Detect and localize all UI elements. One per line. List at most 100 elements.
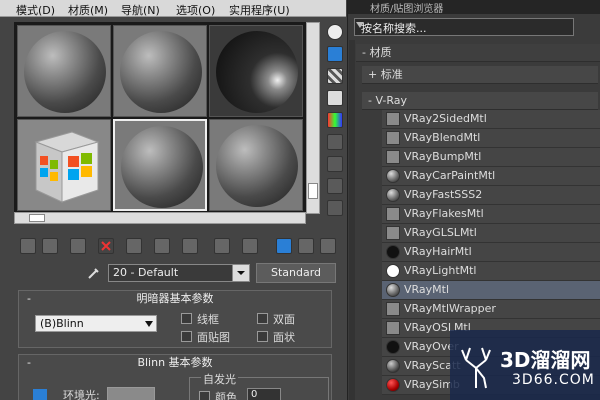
material-list-item-label: VRayMtl <box>404 283 450 296</box>
material-type-icon <box>386 378 400 392</box>
watermark-subtext: 3D66.COM <box>512 372 595 388</box>
faceted-checkbox[interactable] <box>257 331 268 342</box>
material-type-icon <box>386 188 400 202</box>
sample-uv-icon[interactable] <box>327 90 343 106</box>
reset-material-icon[interactable] <box>98 238 114 254</box>
material-type-icon <box>386 359 400 373</box>
deer-icon <box>461 347 491 389</box>
put-to-scene-icon[interactable] <box>42 238 58 254</box>
color-label: 颜色 <box>215 391 237 400</box>
material-list-item-label: VRayLightMtl <box>404 264 477 277</box>
select-by-material-icon[interactable] <box>327 178 343 194</box>
ambient-label: 环境光: <box>63 389 100 400</box>
watermark-text: 3D溜溜网 <box>500 348 591 372</box>
rollout-header[interactable]: - Blinn 基本参数 <box>19 355 331 371</box>
material-slot-selected[interactable] <box>113 119 207 211</box>
material-list-item-label: VRayMtlWrapper <box>404 302 496 315</box>
material-list-item-selected[interactable]: VRayMtl <box>382 281 600 300</box>
sample-type-icon[interactable] <box>327 24 343 40</box>
material-slot[interactable] <box>209 119 303 211</box>
slots-horizontal-scrollbar[interactable] <box>14 212 306 224</box>
material-list-item[interactable]: VRayLightMtl <box>382 262 600 281</box>
sphere-preview <box>24 31 106 113</box>
material-list-item[interactable]: VRayHairMtl <box>382 243 600 262</box>
shader-select[interactable]: (B)Blinn <box>35 315 157 332</box>
material-list-item[interactable]: VRayBumpMtl <box>382 148 600 167</box>
rollout-title: Blinn 基本参数 <box>137 356 213 369</box>
material-list-item[interactable]: VRayCarPaintMtl <box>382 167 600 186</box>
slots-vertical-scrollbar[interactable] <box>306 22 320 214</box>
menu-navigation[interactable]: 导航(N) <box>121 2 160 18</box>
material-type-icon <box>386 340 400 354</box>
background-icon[interactable] <box>327 68 343 84</box>
ambient-color-swatch[interactable] <box>107 387 155 400</box>
chevron-down-icon[interactable] <box>232 265 249 281</box>
menu-options[interactable]: 选项(O) <box>176 2 215 18</box>
material-list-item-label: VRay2SidedMtl <box>404 112 487 125</box>
show-map-icon[interactable] <box>242 238 258 254</box>
material-slot[interactable] <box>17 119 111 211</box>
material-slot[interactable] <box>209 25 303 117</box>
material-list-item[interactable]: VRayGLSLMtl <box>382 224 600 243</box>
sphere-preview <box>121 126 203 208</box>
chevron-down-icon <box>145 321 153 327</box>
backlight-icon[interactable] <box>327 46 343 62</box>
material-list-item[interactable]: VRayFastSSS2 <box>382 186 600 205</box>
sample-slots <box>14 22 306 224</box>
eyedropper-icon[interactable] <box>86 265 102 281</box>
video-color-icon[interactable] <box>327 112 343 128</box>
rollout-title: 明暗器基本参数 <box>136 292 214 305</box>
shader-select-value: (B)Blinn <box>40 317 84 330</box>
material-list-item-label: VRayBumpMtl <box>404 150 482 163</box>
put-to-library-icon[interactable] <box>182 238 198 254</box>
material-list-item[interactable]: VRayBlendMtl <box>382 129 600 148</box>
make-unique-icon[interactable] <box>154 238 170 254</box>
options-icon[interactable] <box>327 156 343 172</box>
go-forward-to-sibling-icon[interactable] <box>320 238 336 254</box>
material-type-icon <box>386 169 400 183</box>
material-type-icon <box>386 207 400 221</box>
go-to-parent-icon[interactable] <box>298 238 314 254</box>
material-list-item[interactable]: VRayFlakesMtl <box>382 205 600 224</box>
show-end-result-icon[interactable] <box>276 238 292 254</box>
two-sided-label: 双面 <box>273 313 295 326</box>
self-illum-label: 自发光 <box>201 371 238 387</box>
material-type-button[interactable]: Standard <box>256 263 336 283</box>
color-checkbox[interactable] <box>199 391 210 400</box>
group-vray[interactable]: - V-Ray <box>362 92 598 110</box>
material-name-field[interactable]: 20 - Default <box>108 264 250 282</box>
group-standard[interactable]: + 标准 <box>362 66 598 84</box>
material-list-item[interactable]: VRayMtlWrapper <box>382 300 600 319</box>
menu-utilities[interactable]: 实用程序(U) <box>229 2 290 18</box>
copy-material-icon[interactable] <box>126 238 142 254</box>
section-material[interactable]: - 材质 <box>356 44 600 62</box>
wire-checkbox[interactable] <box>181 313 192 324</box>
face-map-checkbox[interactable] <box>181 331 192 342</box>
material-type-icon <box>386 264 400 278</box>
material-list-item[interactable]: VRay2SidedMtl <box>382 110 600 129</box>
get-material-icon[interactable] <box>20 238 36 254</box>
search-input[interactable]: 按名称搜索... <box>354 18 574 36</box>
windows-cube-icon <box>34 131 100 203</box>
make-preview-icon[interactable] <box>327 134 343 150</box>
chevron-down-icon[interactable] <box>356 22 364 28</box>
browser-scrollbar[interactable] <box>349 40 355 400</box>
scrollbar-thumb[interactable] <box>308 183 318 199</box>
menu-mode[interactable]: 模式(D) <box>16 2 55 18</box>
material-id-channel-icon[interactable] <box>214 238 230 254</box>
material-toolbar <box>14 236 344 258</box>
material-type-icon <box>386 245 400 259</box>
material-slot[interactable] <box>17 25 111 117</box>
material-type-icon <box>386 112 400 126</box>
self-illum-value-spinner[interactable]: 0 <box>247 388 281 400</box>
sphere-preview <box>216 31 298 113</box>
material-list-item-label: VRayGLSLMtl <box>404 226 477 239</box>
rollout-header[interactable]: - 明暗器基本参数 <box>19 291 331 307</box>
material-navigator-icon[interactable] <box>327 200 343 216</box>
scrollbar-thumb[interactable] <box>29 214 45 222</box>
lock-icon[interactable] <box>33 389 47 400</box>
material-slot[interactable] <box>113 25 207 117</box>
two-sided-checkbox[interactable] <box>257 313 268 324</box>
assign-to-selection-icon[interactable] <box>70 238 86 254</box>
menu-material[interactable]: 材质(M) <box>68 2 108 18</box>
